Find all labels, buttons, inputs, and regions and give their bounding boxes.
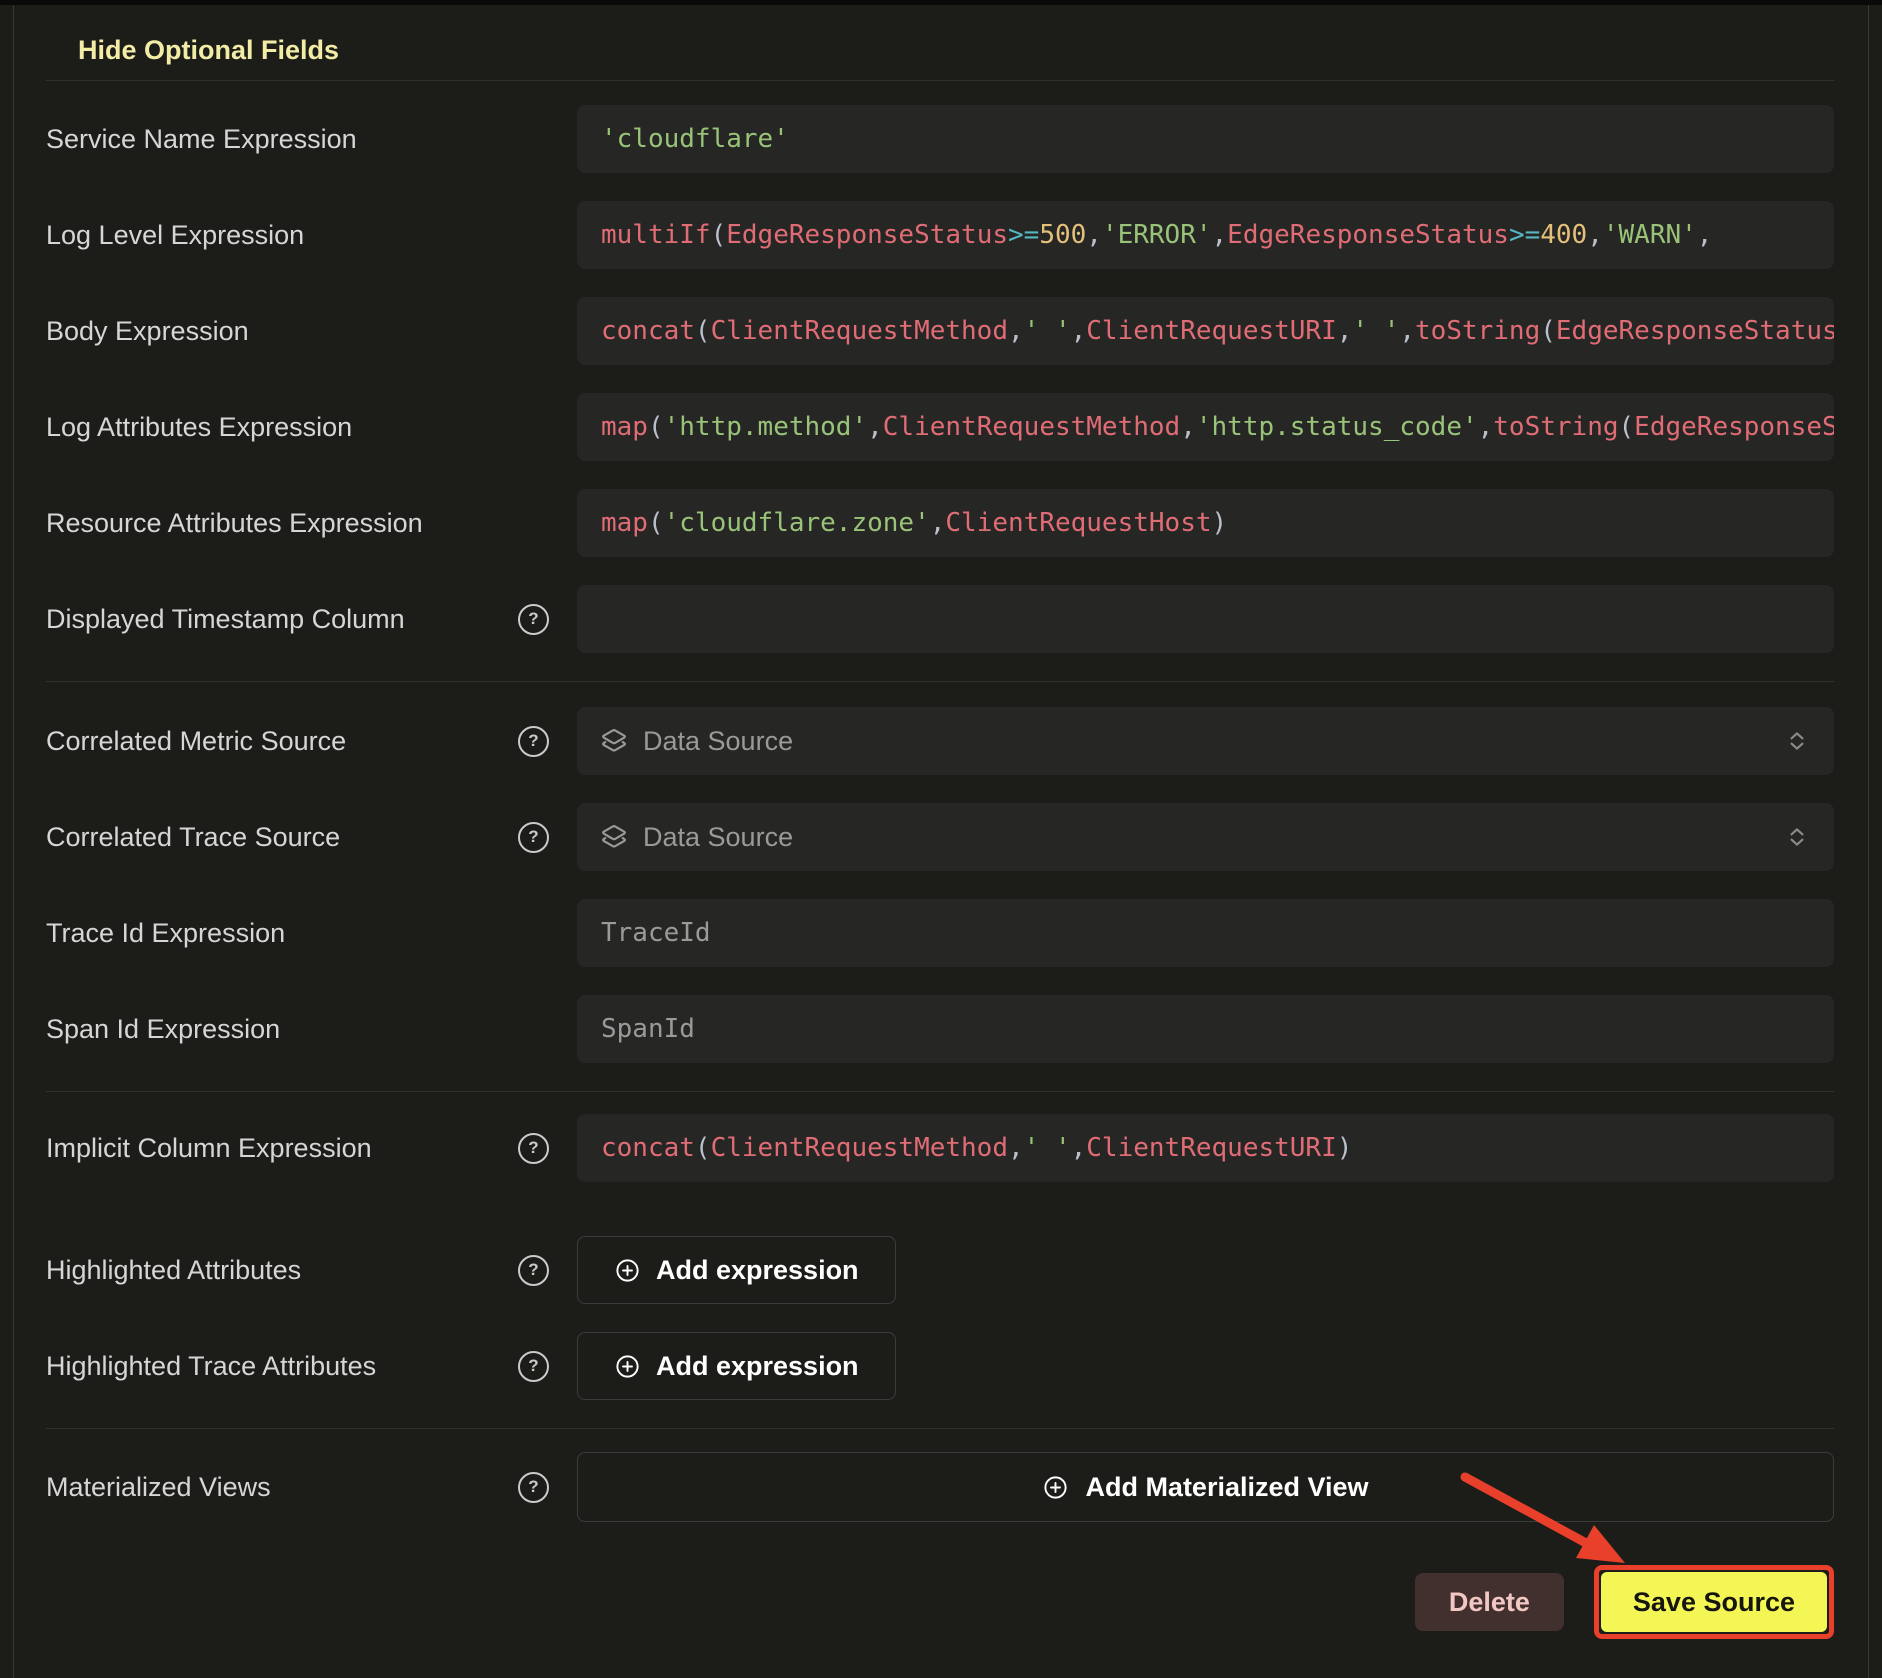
row-materialized-views: Materialized Views ? Add Materialized Vi… xyxy=(46,1452,1834,1522)
section-divider xyxy=(46,681,1834,682)
chevron-up-down-icon xyxy=(1784,728,1810,754)
field-label: Trace Id Expression xyxy=(46,917,285,949)
plus-circle-icon xyxy=(614,1257,641,1284)
field-label: Log Level Expression xyxy=(46,219,304,251)
field-label: Displayed Timestamp Column xyxy=(46,603,405,635)
correlated-trace-source-select[interactable]: Data Source xyxy=(577,803,1834,871)
row-highlighted-attributes: Highlighted Attributes ? Add expression xyxy=(46,1236,1834,1304)
correlated-metric-source-select[interactable]: Data Source xyxy=(577,707,1834,775)
field-label: Highlighted Trace Attributes xyxy=(46,1350,376,1382)
body-expression-input[interactable]: concat(ClientRequestMethod, ' ', ClientR… xyxy=(577,297,1834,365)
section-divider xyxy=(46,1428,1834,1429)
section-divider xyxy=(46,80,1834,81)
row-implicit-column-expression: Implicit Column Expression ? concat(Clie… xyxy=(46,1114,1834,1182)
section-divider xyxy=(46,1091,1834,1092)
add-materialized-view-button[interactable]: Add Materialized View xyxy=(577,1452,1834,1522)
row-log-level-expression: Log Level Expression multiIf(EdgeRespons… xyxy=(46,201,1834,269)
field-label: Log Attributes Expression xyxy=(46,411,352,443)
field-label: Body Expression xyxy=(46,315,249,347)
source-settings-form: { "colors": { "accent-yellow": "#f2eca6"… xyxy=(0,0,1882,1678)
select-placeholder: Data Source xyxy=(643,726,1768,757)
hide-optional-fields-toggle[interactable]: Hide Optional Fields xyxy=(78,34,339,66)
help-icon[interactable]: ? xyxy=(518,1472,549,1503)
row-service-name-expression: Service Name Expression 'cloudflare' xyxy=(46,105,1834,173)
help-icon[interactable]: ? xyxy=(518,1351,549,1382)
layers-icon xyxy=(601,824,627,850)
help-icon[interactable]: ? xyxy=(518,1133,549,1164)
help-icon[interactable]: ? xyxy=(518,604,549,635)
optional-fields-section: Hide Optional Fields Service Name Expres… xyxy=(0,0,1882,1639)
row-resource-attributes-expression: Resource Attributes Expression map('clou… xyxy=(46,489,1834,557)
form-actions: Delete Save Source xyxy=(46,1565,1834,1639)
service-name-expression-input[interactable]: 'cloudflare' xyxy=(577,105,1834,173)
add-highlighted-attribute-button[interactable]: Add expression xyxy=(577,1236,896,1304)
field-label: Resource Attributes Expression xyxy=(46,507,423,539)
save-source-button[interactable]: Save Source xyxy=(1601,1572,1827,1632)
row-trace-id-expression: Trace Id Expression xyxy=(46,899,1834,967)
help-icon[interactable]: ? xyxy=(518,726,549,757)
help-icon[interactable]: ? xyxy=(518,822,549,853)
plus-circle-icon xyxy=(1042,1474,1069,1501)
log-level-expression-input[interactable]: multiIf(EdgeResponseStatus >= 500, 'ERRO… xyxy=(577,201,1834,269)
row-displayed-timestamp-column: Displayed Timestamp Column ? xyxy=(46,585,1834,653)
implicit-column-expression-input[interactable]: concat(ClientRequestMethod, ' ', ClientR… xyxy=(577,1114,1834,1182)
field-label: Materialized Views xyxy=(46,1471,271,1503)
select-placeholder: Data Source xyxy=(643,822,1768,853)
chevron-up-down-icon xyxy=(1784,824,1810,850)
add-highlighted-trace-attribute-button[interactable]: Add expression xyxy=(577,1332,896,1400)
field-label: Implicit Column Expression xyxy=(46,1132,372,1164)
resource-attributes-expression-input[interactable]: map('cloudflare.zone', ClientRequestHost… xyxy=(577,489,1834,557)
row-highlighted-trace-attributes: Highlighted Trace Attributes ? Add expre… xyxy=(46,1332,1834,1400)
field-label: Correlated Trace Source xyxy=(46,821,340,853)
field-label: Correlated Metric Source xyxy=(46,725,346,757)
button-label: Add expression xyxy=(656,1351,859,1382)
row-body-expression: Body Expression concat(ClientRequestMeth… xyxy=(46,297,1834,365)
row-span-id-expression: Span Id Expression xyxy=(46,995,1834,1063)
trace-id-expression-input[interactable] xyxy=(577,899,1834,967)
plus-circle-icon xyxy=(614,1353,641,1380)
layers-icon xyxy=(601,728,627,754)
row-log-attributes-expression: Log Attributes Expression map('http.meth… xyxy=(46,393,1834,461)
log-attributes-expression-input[interactable]: map('http.method', ClientRequestMethod, … xyxy=(577,393,1834,461)
row-correlated-trace-source: Correlated Trace Source ? Data Source xyxy=(46,803,1834,871)
field-label: Highlighted Attributes xyxy=(46,1254,301,1286)
displayed-timestamp-column-input[interactable] xyxy=(577,585,1834,653)
field-label: Span Id Expression xyxy=(46,1013,280,1045)
delete-button[interactable]: Delete xyxy=(1415,1573,1564,1631)
button-label: Add expression xyxy=(656,1255,859,1286)
field-label: Service Name Expression xyxy=(46,123,357,155)
button-label: Add Materialized View xyxy=(1085,1472,1368,1503)
row-correlated-metric-source: Correlated Metric Source ? Data Source xyxy=(46,707,1834,775)
help-icon[interactable]: ? xyxy=(518,1255,549,1286)
span-id-expression-input[interactable] xyxy=(577,995,1834,1063)
annotation-box: Save Source xyxy=(1594,1565,1834,1639)
